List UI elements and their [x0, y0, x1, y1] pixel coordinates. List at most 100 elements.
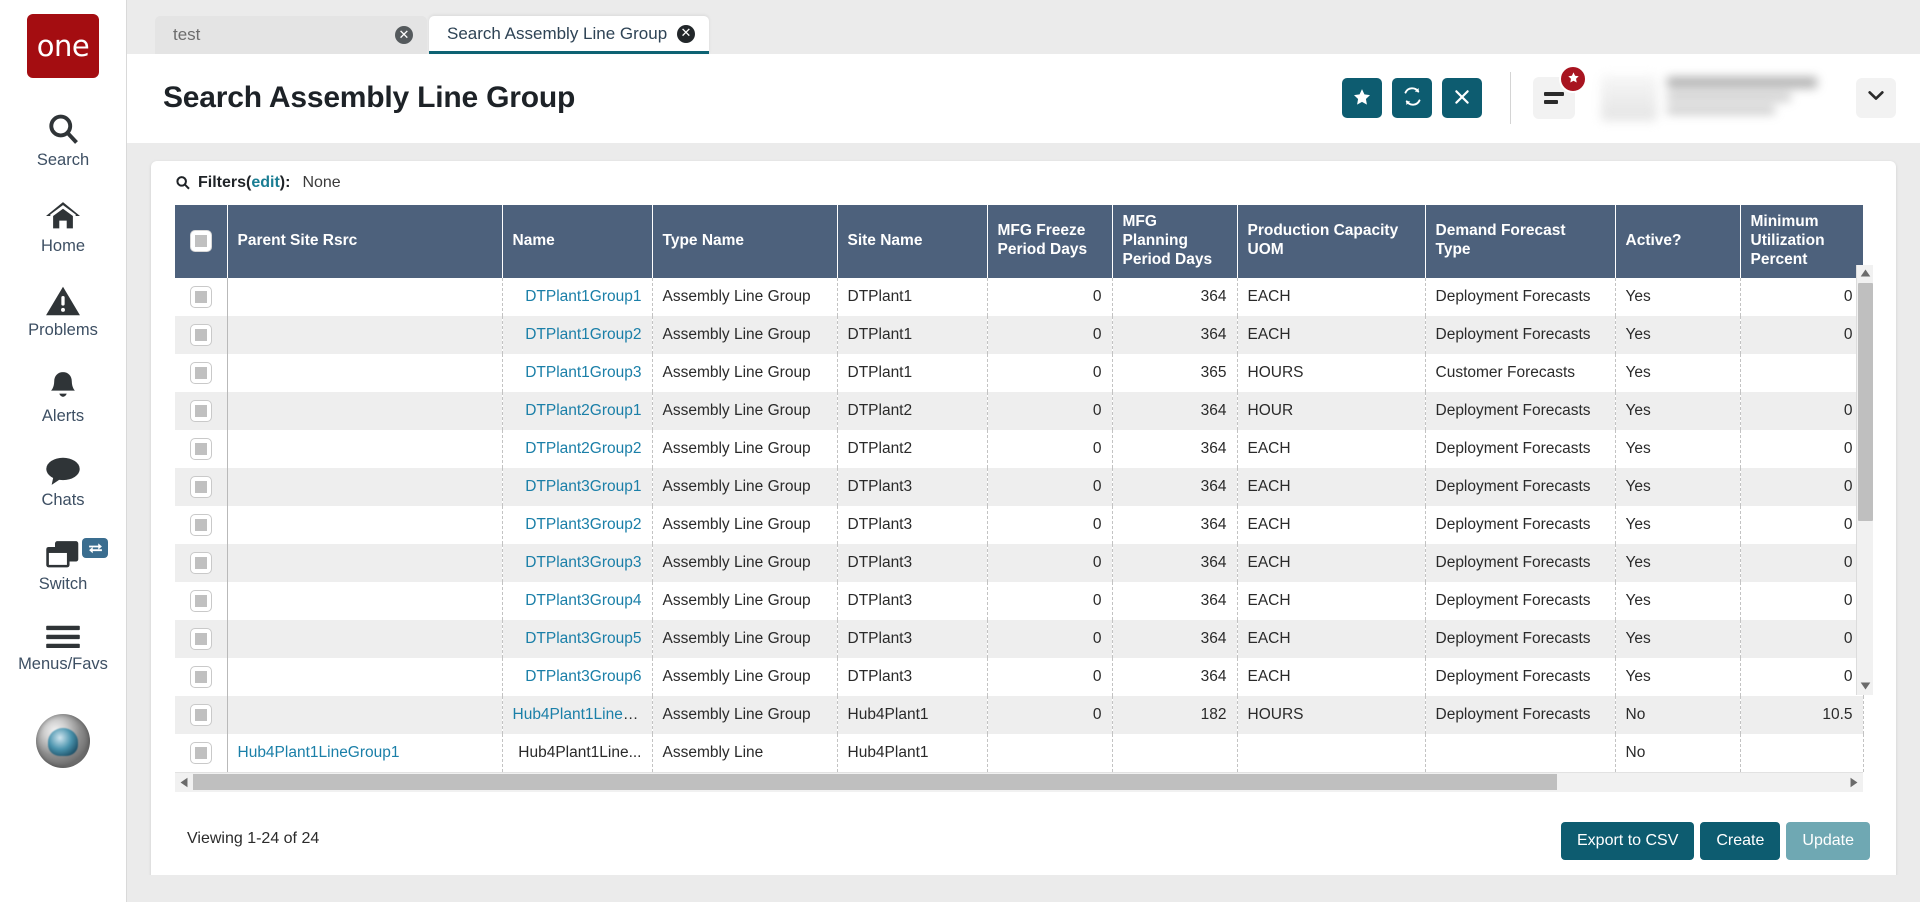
row-checkbox[interactable]	[190, 400, 212, 422]
table-row[interactable]: DTPlant1Group1Assembly Line GroupDTPlant…	[175, 278, 1863, 316]
table-row[interactable]: DTPlant3Group6Assembly Line GroupDTPlant…	[175, 658, 1863, 696]
cell-name: DTPlant3Group5	[502, 620, 652, 658]
column-header-mfg-freeze-period-days[interactable]: MFG Freeze Period Days	[987, 205, 1112, 278]
link-name[interactable]: DTPlant2Group2	[525, 440, 641, 457]
table-row[interactable]: Hub4Plant1LineGr...Assembly Line GroupHu…	[175, 696, 1863, 734]
horizontal-scroll-track[interactable]	[193, 772, 1845, 792]
horizontal-scroll-thumb[interactable]	[193, 774, 1557, 790]
menus-favorites-button[interactable]	[1533, 77, 1575, 119]
brand-logo[interactable]: one	[27, 14, 99, 78]
scroll-right-arrow-icon[interactable]	[1845, 772, 1863, 792]
table-row[interactable]: DTPlant2Group2Assembly Line GroupDTPlant…	[175, 430, 1863, 468]
user-menu-dropdown-button[interactable]	[1856, 78, 1896, 118]
tab-test[interactable]: test ✕	[155, 16, 427, 54]
favorite-button[interactable]	[1342, 78, 1382, 118]
link-name[interactable]: DTPlant1Group2	[525, 326, 641, 343]
row-select-cell	[175, 544, 227, 582]
user-avatar-orb[interactable]	[36, 714, 90, 768]
column-header-type-name[interactable]: Type Name	[652, 205, 837, 278]
table-row[interactable]: DTPlant3Group1Assembly Line GroupDTPlant…	[175, 468, 1863, 506]
cell-mfg-freeze-period-days: 0	[987, 354, 1112, 392]
sidebar-item-home[interactable]: Home	[0, 190, 126, 263]
table-row[interactable]: DTPlant1Group2Assembly Line GroupDTPlant…	[175, 316, 1863, 354]
vertical-scroll-thumb[interactable]	[1858, 283, 1873, 521]
update-button[interactable]: Update	[1786, 822, 1870, 860]
row-checkbox[interactable]	[190, 704, 212, 726]
column-header-active[interactable]: Active?	[1615, 205, 1740, 278]
column-header-site-name[interactable]: Site Name	[837, 205, 987, 278]
link-name[interactable]: DTPlant3Group1	[525, 478, 641, 495]
export-to-csv-button[interactable]: Export to CSV	[1561, 822, 1694, 860]
cell-site-name: DTPlant3	[837, 658, 987, 696]
footer-buttons: Export to CSV Create Update	[1561, 822, 1870, 860]
scroll-left-arrow-icon[interactable]	[175, 772, 193, 792]
column-header-demand-forecast-type[interactable]: Demand Forecast Type	[1425, 205, 1615, 278]
row-checkbox[interactable]	[190, 476, 212, 498]
swap-arrows-icon[interactable]	[82, 538, 108, 558]
column-header-parent-site-rsrc[interactable]: Parent Site Rsrc	[227, 205, 502, 278]
row-checkbox[interactable]	[190, 552, 212, 574]
sidebar-item-switch[interactable]: Switch	[0, 530, 126, 601]
link-name[interactable]: DTPlant3Group2	[525, 516, 641, 533]
table-row[interactable]: DTPlant1Group3Assembly Line GroupDTPlant…	[175, 354, 1863, 392]
row-checkbox[interactable]	[190, 362, 212, 384]
row-checkbox[interactable]	[190, 590, 212, 612]
row-checkbox[interactable]	[190, 324, 212, 346]
link-name[interactable]: DTPlant2Group1	[525, 402, 641, 419]
table-row[interactable]: DTPlant2Group1Assembly Line GroupDTPlant…	[175, 392, 1863, 430]
column-header-minimum-utilization-percent[interactable]: Minimum Utilization Percent	[1740, 205, 1863, 278]
table-row[interactable]: DTPlant3Group2Assembly Line GroupDTPlant…	[175, 506, 1863, 544]
column-header-name[interactable]: Name	[502, 205, 652, 278]
close-circle-icon[interactable]: ✕	[677, 25, 695, 43]
cell-type-name: Assembly Line Group	[652, 620, 837, 658]
link-name[interactable]: DTPlant1Group1	[525, 288, 641, 305]
scroll-up-arrow-icon[interactable]	[1857, 265, 1874, 282]
cell-mfg-planning-period-days: 364	[1112, 658, 1237, 696]
table-row[interactable]: DTPlant3Group5Assembly Line GroupDTPlant…	[175, 620, 1863, 658]
sidebar-item-search[interactable]: Search	[0, 102, 126, 177]
sidebar-item-menus-favs[interactable]: Menus/Favs	[0, 614, 126, 681]
link-name[interactable]: DTPlant3Group3	[525, 554, 641, 571]
link-parent-site-rsrc[interactable]: Hub4Plant1LineGroup1	[238, 744, 400, 761]
tab-search-assembly-line-group[interactable]: Search Assembly Line Group ✕	[429, 16, 709, 54]
link-name[interactable]: DTPlant3Group4	[525, 592, 641, 609]
link-name[interactable]: DTPlant3Group6	[525, 668, 641, 685]
close-button[interactable]	[1442, 78, 1482, 118]
sidebar-item-alerts[interactable]: Alerts	[0, 360, 126, 433]
cell-minimum-utilization-percent	[1740, 354, 1863, 392]
filters-paren-close: ):	[280, 174, 291, 192]
row-checkbox[interactable]	[190, 514, 212, 536]
user-profile-info[interactable]	[1601, 67, 1846, 129]
scroll-down-arrow-icon[interactable]	[1857, 678, 1874, 695]
link-name[interactable]: Hub4Plant1Line...	[518, 744, 641, 761]
link-name[interactable]: DTPlant3Group5	[525, 630, 641, 647]
close-circle-icon[interactable]: ✕	[395, 26, 413, 44]
row-checkbox[interactable]	[190, 628, 212, 650]
row-checkbox[interactable]	[190, 666, 212, 688]
row-checkbox[interactable]	[190, 742, 212, 764]
create-button[interactable]: Create	[1700, 822, 1780, 860]
table-row[interactable]: DTPlant3Group4Assembly Line GroupDTPlant…	[175, 582, 1863, 620]
results-table: Parent Site Rsrc Name Type Name Site Nam…	[175, 205, 1864, 772]
select-all-checkbox[interactable]	[190, 230, 212, 252]
cell-production-capacity-uom: HOUR	[1237, 392, 1425, 430]
cell-mfg-planning-period-days: 364	[1112, 278, 1237, 316]
filters-edit-link[interactable]: edit	[251, 174, 279, 192]
row-checkbox[interactable]	[190, 286, 212, 308]
link-name[interactable]: DTPlant1Group3	[525, 364, 641, 381]
table-horizontal-scrollbar[interactable]	[175, 772, 1863, 792]
sidebar-item-problems[interactable]: Problems	[0, 276, 126, 347]
sidebar-item-chats[interactable]: Chats	[0, 446, 126, 517]
filters-bar: Filters ( edit ): None	[151, 161, 1896, 205]
table-vertical-scrollbar[interactable]	[1856, 265, 1873, 695]
column-header-production-capacity-uom[interactable]: Production Capacity UOM	[1237, 205, 1425, 278]
table-row[interactable]: DTPlant3Group3Assembly Line GroupDTPlant…	[175, 544, 1863, 582]
link-name[interactable]: Hub4Plant1LineGr...	[513, 706, 653, 723]
refresh-button[interactable]	[1392, 78, 1432, 118]
cell-site-name: DTPlant3	[837, 468, 987, 506]
refresh-icon	[1402, 86, 1423, 110]
row-checkbox[interactable]	[190, 438, 212, 460]
cell-mfg-freeze-period-days: 0	[987, 316, 1112, 354]
table-row[interactable]: Hub4Plant1LineGroup1Hub4Plant1Line...Ass…	[175, 734, 1863, 772]
column-header-mfg-planning-period-days[interactable]: MFG Planning Period Days	[1112, 205, 1237, 278]
